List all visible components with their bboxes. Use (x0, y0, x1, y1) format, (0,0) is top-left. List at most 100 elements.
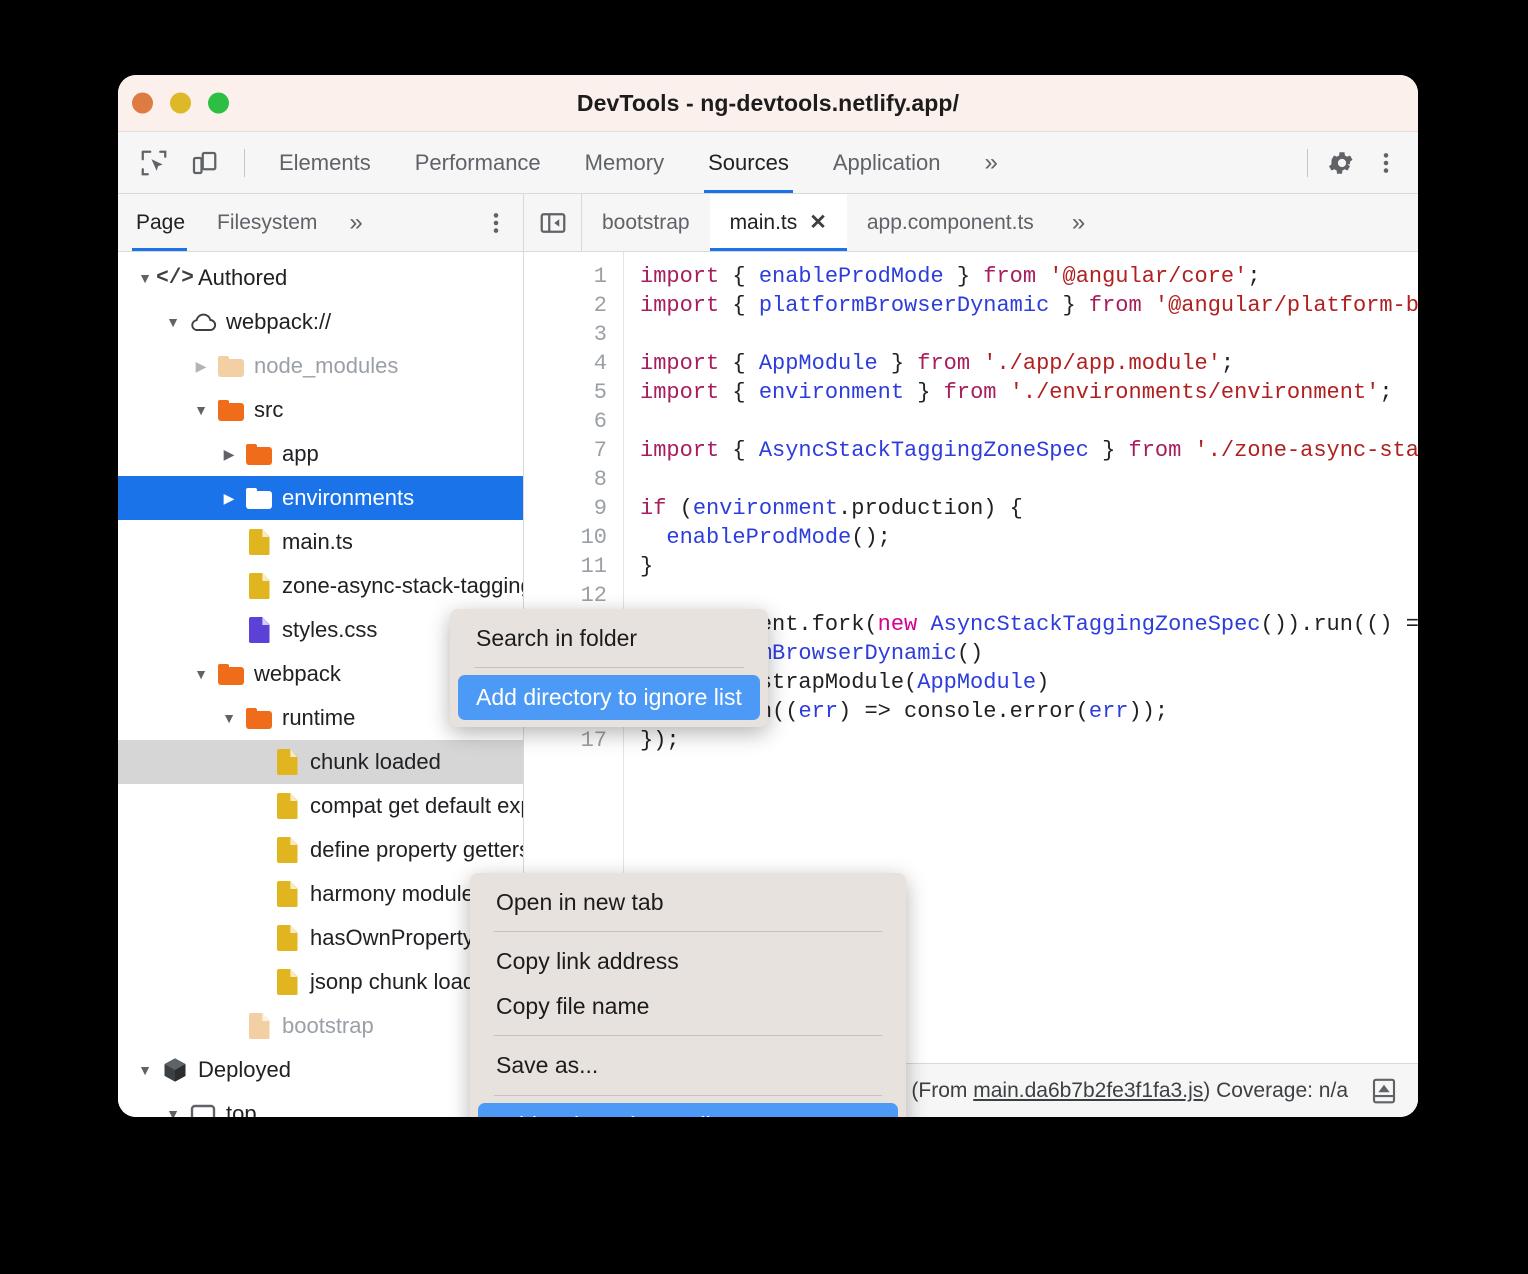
minimize-window-button[interactable] (170, 93, 191, 114)
chevron-down-icon[interactable] (188, 402, 214, 418)
chevron-right-icon[interactable] (216, 446, 242, 463)
tab-memory[interactable]: Memory (563, 132, 686, 193)
editor-tab-label: bootstrap (602, 211, 690, 235)
tree-item-label: environments (282, 485, 414, 511)
chevron-double-right-icon: » (984, 149, 997, 177)
tree-item-harmony-module-decorator[interactable]: harmony module decorator (118, 872, 523, 916)
tree-item-define-property-getters[interactable]: define property getters (118, 828, 523, 872)
file-icon (277, 837, 298, 863)
file-icon (277, 749, 298, 775)
editor-tab-label: app.component.ts (867, 211, 1034, 235)
code-line: }); (640, 726, 1418, 755)
menu-separator (494, 1095, 882, 1096)
tree-item-icon (214, 664, 248, 685)
line-number: 12 (524, 581, 607, 610)
inspect-element-icon[interactable] (132, 141, 176, 185)
tree-item-src[interactable]: src (118, 388, 523, 432)
tree-item-webpack[interactable]: webpack:// (118, 300, 523, 344)
panel-tabs-overflow-button[interactable]: » (962, 132, 1019, 193)
tree-item-zone-async-stack-tagging-ts[interactable]: zone-async-stack-tagging.ts (118, 564, 523, 608)
chevron-down-icon[interactable] (132, 1062, 158, 1078)
tab-label: Memory (585, 150, 664, 176)
tree-item-jsonp-chunk-loading[interactable]: jsonp chunk loading (118, 960, 523, 1004)
tree-item-authored[interactable]: </>Authored (118, 256, 523, 300)
gear-icon[interactable] (1320, 141, 1364, 185)
menu-separator (494, 1035, 882, 1036)
editor-tab-bootstrap[interactable]: bootstrap (582, 194, 710, 251)
chevron-down-icon[interactable] (160, 314, 186, 330)
tree-item-icon (242, 573, 276, 599)
line-number: 7 (524, 436, 607, 465)
editor-tab-main-ts[interactable]: main.ts ✕ (710, 194, 847, 251)
source-map-link[interactable]: main.da6b7b2fe3f1fa3.js (973, 1079, 1203, 1102)
screenshot-stage: DevTools - ng-devtools.netlify.app/ (0, 0, 1528, 1274)
chevron-right-icon[interactable] (188, 358, 214, 375)
folder-icon (246, 488, 272, 509)
device-toolbar-icon[interactable] (182, 141, 226, 185)
navigator-tab-label: Page (136, 211, 185, 235)
window-controls[interactable] (132, 93, 229, 114)
show-navigator-icon[interactable] (524, 194, 582, 251)
format-source-icon[interactable] (1364, 1071, 1404, 1111)
close-window-button[interactable] (132, 93, 153, 114)
tab-performance[interactable]: Performance (393, 132, 563, 193)
navigator-tabs-overflow-button[interactable]: » (333, 194, 378, 251)
editor-tabs-overflow-button[interactable]: » (1054, 194, 1103, 251)
tab-sources[interactable]: Sources (686, 132, 811, 193)
menu-item-add-directory-to-ignore-list[interactable]: Add directory to ignore list (458, 675, 760, 719)
chevron-down-icon[interactable] (188, 666, 214, 682)
tree-item-label: main.ts (282, 529, 353, 555)
tree-item-main-ts[interactable]: main.ts (118, 520, 523, 564)
tree-item-top[interactable]: top (118, 1092, 523, 1117)
menu-item-search-in-folder[interactable]: Search in folder (450, 616, 768, 660)
tree-item-hasownproperty-shorthand[interactable]: hasOwnProperty shorthand (118, 916, 523, 960)
menu-item-open-in-new-tab[interactable]: Open in new tab (470, 880, 906, 924)
chevron-down-icon[interactable] (160, 1106, 186, 1117)
menu-item-copy-link-address[interactable]: Copy link address (470, 939, 906, 983)
code-line (640, 320, 1418, 349)
navigator-tab-filesystem[interactable]: Filesystem (201, 194, 333, 251)
context-menu-folder[interactable]: Search in folder Add directory to ignore… (450, 609, 768, 727)
more-vertical-icon[interactable] (1364, 141, 1408, 185)
frame-icon (189, 1102, 217, 1117)
file-icon (249, 1013, 270, 1039)
tab-application[interactable]: Application (811, 132, 963, 193)
code-icon: </> (156, 267, 194, 290)
code-line: import { AppModule } from './app/app.mod… (640, 349, 1418, 378)
tree-item-environments[interactable]: environments (118, 476, 523, 520)
navigator-more-options-button[interactable] (483, 194, 523, 251)
tree-item-app[interactable]: app (118, 432, 523, 476)
tree-item-label: app (282, 441, 319, 467)
navigator-tab-page[interactable]: Page (118, 194, 201, 251)
devtools-window: DevTools - ng-devtools.netlify.app/ (118, 75, 1418, 1117)
editor-tab-app-component-ts[interactable]: app.component.ts (847, 194, 1054, 251)
tab-label: Application (833, 150, 941, 176)
menu-item-copy-file-name[interactable]: Copy file name (470, 984, 906, 1028)
line-number: 17 (524, 726, 607, 755)
tree-item-label: define property getters (310, 837, 523, 863)
menu-item-add-script-to-ignore-list[interactable]: Add script to ignore list (478, 1103, 898, 1117)
tree-item-deployed[interactable]: Deployed (118, 1048, 523, 1092)
chevron-down-icon[interactable] (216, 710, 242, 726)
chevron-right-icon[interactable] (216, 490, 242, 507)
tree-item-icon (186, 311, 220, 333)
code-line: import { AsyncStackTaggingZoneSpec } fro… (640, 436, 1418, 465)
tree-item-bootstrap[interactable]: bootstrap (118, 1004, 523, 1048)
tree-item-node-modules[interactable]: node_modules (118, 344, 523, 388)
folder-icon (218, 356, 244, 377)
chevron-down-icon[interactable] (132, 270, 158, 286)
tree-item-label: runtime (282, 705, 355, 731)
navigator-pane: Page Filesystem » </>Authoredwebpack://n… (118, 194, 524, 1117)
tree-item-chunk-loaded[interactable]: chunk loaded (118, 740, 523, 784)
tree-item-icon (242, 444, 276, 465)
tab-elements[interactable]: Elements (257, 132, 393, 193)
close-icon[interactable]: ✕ (809, 210, 827, 235)
code-line: if (environment.production) { (640, 494, 1418, 523)
menu-item-save-as[interactable]: Save as... (470, 1043, 906, 1087)
maximize-window-button[interactable] (208, 93, 229, 114)
tree-item-compat-get-default-export[interactable]: compat get default export (118, 784, 523, 828)
file-icon (277, 969, 298, 995)
file-icon (277, 793, 298, 819)
file-icon (249, 573, 270, 599)
context-menu-file[interactable]: Open in new tab Copy link address Copy f… (470, 873, 906, 1117)
